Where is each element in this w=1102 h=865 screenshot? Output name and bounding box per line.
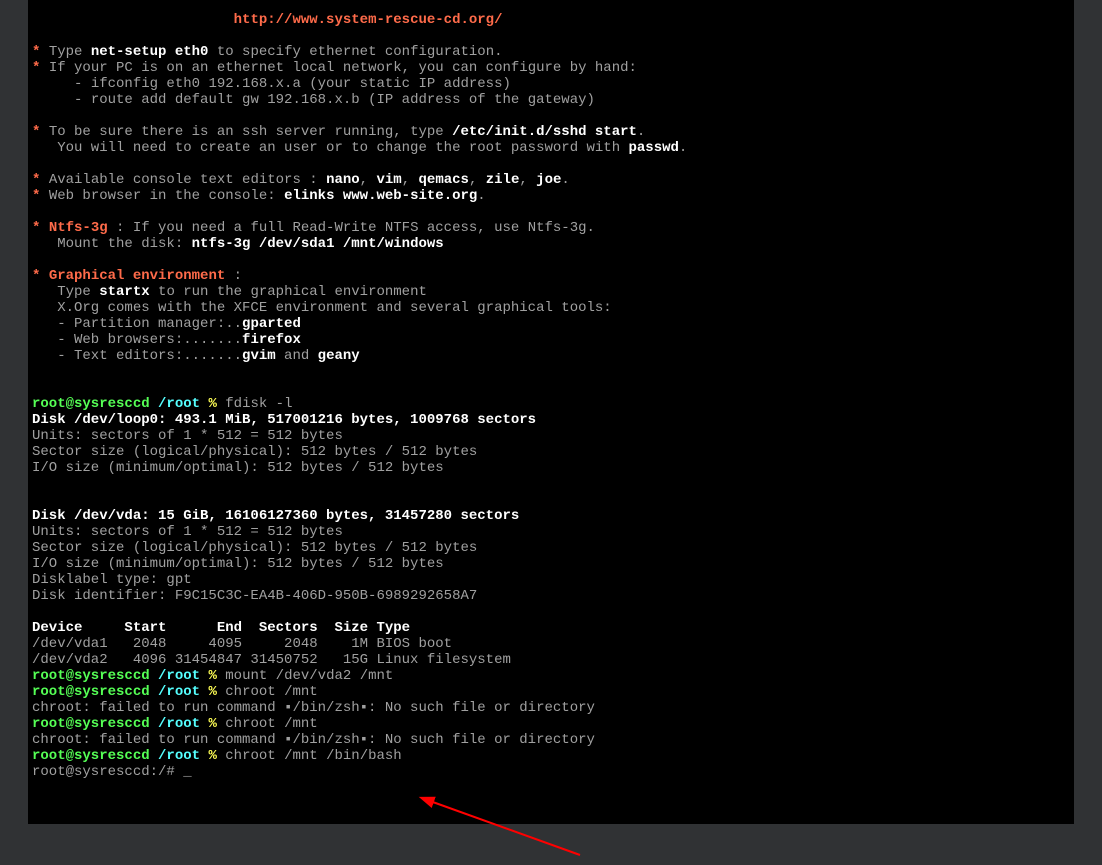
help-xorg: X.Org comes with the XFCE environment an…	[28, 300, 1074, 316]
blank	[28, 476, 1074, 492]
cmd-fdisk: root@sysresccd /root % fdisk -l	[28, 396, 1074, 412]
help-editors: * Available console text editors : nano,…	[28, 172, 1074, 188]
out-part-2: /dev/vda2 4096 31454847 31450752 15G Lin…	[28, 652, 1074, 668]
help-route: - route add default gw 192.168.x.b (IP a…	[28, 92, 1074, 108]
help-url: http://www.system-rescue-cd.org/	[28, 12, 1074, 28]
err-chroot-2: chroot: failed to run command ▪/bin/zsh▪…	[28, 732, 1074, 748]
blank	[28, 28, 1074, 44]
help-ntfs-mount: Mount the disk: ntfs-3g /dev/sda1 /mnt/w…	[28, 236, 1074, 252]
blank	[28, 492, 1074, 508]
help-ifconfig: - ifconfig eth0 192.168.x.a (your static…	[28, 76, 1074, 92]
blank	[28, 156, 1074, 172]
cmd-chroot-1: root@sysresccd /root % chroot /mnt	[28, 684, 1074, 700]
bash-prompt[interactable]: root@sysresccd:/# _	[28, 764, 1074, 780]
out-vda: Disk /dev/vda: 15 GiB, 16106127360 bytes…	[28, 508, 1074, 524]
help-netsetup: * Type net-setup eth0 to specify etherne…	[28, 44, 1074, 60]
out-part-header: Device Start End Sectors Size Type	[28, 620, 1074, 636]
help-passwd: You will need to create an user or to ch…	[28, 140, 1074, 156]
cmd-mount: root@sysresccd /root % mount /dev/vda2 /…	[28, 668, 1074, 684]
out-label: Disklabel type: gpt	[28, 572, 1074, 588]
help-gparted: - Partition manager:..gparted	[28, 316, 1074, 332]
terminal-window[interactable]: http://www.system-rescue-cd.org/ * Type …	[28, 0, 1074, 824]
help-firefox: - Web browsers:.......firefox	[28, 332, 1074, 348]
err-chroot-1: chroot: failed to run command ▪/bin/zsh▪…	[28, 700, 1074, 716]
out-ident: Disk identifier: F9C15C3C-EA4B-406D-950B…	[28, 588, 1074, 604]
help-startx: Type startx to run the graphical environ…	[28, 284, 1074, 300]
blank	[28, 380, 1074, 396]
cmd-chroot-2: root@sysresccd /root % chroot /mnt	[28, 716, 1074, 732]
out-part-1: /dev/vda1 2048 4095 2048 1M BIOS boot	[28, 636, 1074, 652]
cmd-chroot-bash: root@sysresccd /root % chroot /mnt /bin/…	[28, 748, 1074, 764]
blank	[28, 108, 1074, 124]
help-env: * Graphical environment :	[28, 268, 1074, 284]
help-manual-net: * If your PC is on an ethernet local net…	[28, 60, 1074, 76]
help-ntfs: * Ntfs-3g : If you need a full Read-Writ…	[28, 220, 1074, 236]
out-units2: Units: sectors of 1 * 512 = 512 bytes	[28, 524, 1074, 540]
out-sector2: Sector size (logical/physical): 512 byte…	[28, 540, 1074, 556]
out-io2: I/O size (minimum/optimal): 512 bytes / …	[28, 556, 1074, 572]
blank	[28, 204, 1074, 220]
blank	[28, 364, 1074, 380]
out-units: Units: sectors of 1 * 512 = 512 bytes	[28, 428, 1074, 444]
out-loop0: Disk /dev/loop0: 493.1 MiB, 517001216 by…	[28, 412, 1074, 428]
out-io: I/O size (minimum/optimal): 512 bytes / …	[28, 460, 1074, 476]
blank	[28, 252, 1074, 268]
blank	[28, 604, 1074, 620]
help-browser: * Web browser in the console: elinks www…	[28, 188, 1074, 204]
out-sector: Sector size (logical/physical): 512 byte…	[28, 444, 1074, 460]
help-ssh: * To be sure there is an ssh server runn…	[28, 124, 1074, 140]
help-geany: - Text editors:.......gvim and geany	[28, 348, 1074, 364]
